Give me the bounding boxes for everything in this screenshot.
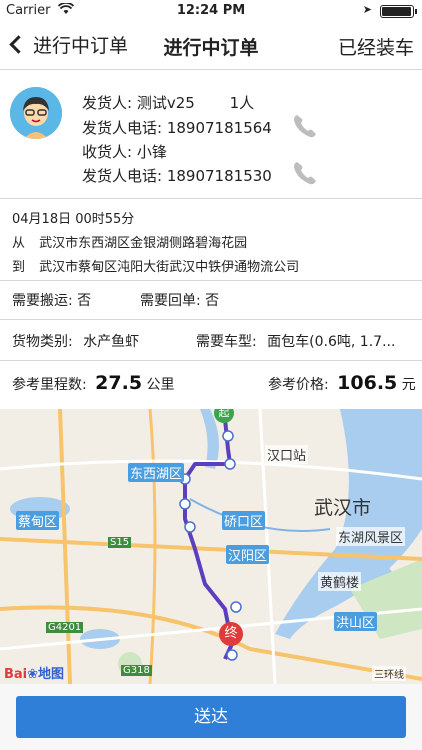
map-label-g4201: G4201 xyxy=(46,622,84,633)
paw-icon: ❀ xyxy=(27,667,39,682)
logo-left: Bai xyxy=(4,667,28,682)
loaded-button[interactable]: 已经装车 xyxy=(338,33,414,60)
avatar xyxy=(10,87,62,139)
from-label: 从 xyxy=(12,236,26,251)
route-map[interactable]: 起 终 汉口站 东西湖区 武汉市 蔡甸区 硚口区 东湖风景区 汉阳区 黄鹤楼 洪… xyxy=(0,409,422,684)
divider xyxy=(0,280,422,281)
price-value: 106.5 xyxy=(337,372,398,394)
to-row: 到 武汉市蔡甸区沌阳大街武汉中铁伊通物流公司 xyxy=(12,256,299,275)
receiver-phone[interactable]: 18907181530 xyxy=(167,167,272,185)
from-address: 武汉市东西湖区金银湖侧路碧海花园 xyxy=(39,236,248,251)
logo-right: 地图 xyxy=(38,667,65,682)
vehicle-value: 面包车(0.6吨, 1.7... xyxy=(267,334,396,350)
vehicle-row: 需要车型: 面包车(0.6吨, 1.7... xyxy=(196,331,395,351)
to-label: 到 xyxy=(12,260,26,275)
from-row: 从 武汉市东西湖区金银湖侧路碧海花园 xyxy=(12,232,247,251)
map-label-hongshan: 洪山区 xyxy=(334,612,378,631)
map-label-hankou-station: 汉口站 xyxy=(265,445,309,464)
battery-fill xyxy=(382,7,411,16)
sender-label: 发货人: xyxy=(82,94,133,112)
shipper-section: 发货人: 测试v25 1人 发货人电话: 18907181564 收货人: 小锋… xyxy=(0,71,422,199)
map-label-donghu: 东湖风景区 xyxy=(336,527,406,546)
receiver-name: 小锋 xyxy=(136,143,167,161)
sender-phone-label: 发货人电话: xyxy=(82,119,163,137)
price-label: 参考价格: xyxy=(268,377,329,393)
mileage-row: 参考里程数: 27.5 公里 xyxy=(12,372,175,394)
receiver-row: 收货人: 小锋 xyxy=(82,141,167,162)
receipt-value: 否 xyxy=(205,293,220,309)
mileage-label: 参考里程数: xyxy=(12,377,87,393)
receiver-phone-label: 发货人电话: xyxy=(82,167,163,185)
sender-phone-row: 发货人电话: 18907181564 xyxy=(82,117,272,138)
receipt-label: 需要回单: xyxy=(140,293,201,309)
call-receiver-icon[interactable] xyxy=(290,158,320,188)
map-label-s15: S15 xyxy=(108,537,132,548)
divider xyxy=(0,360,422,361)
to-address: 武汉市蔡甸区沌阳大街武汉中铁伊通物流公司 xyxy=(39,260,300,275)
receiver-phone-row: 发货人电话: 18907181530 xyxy=(82,165,272,186)
map-label-g318: G318 xyxy=(121,665,152,676)
cargo-type-label: 货物类别: xyxy=(12,334,73,350)
map-label-dongxihu: 东西湖区 xyxy=(128,463,185,482)
map-label-yellow-crane: 黄鹤楼 xyxy=(318,572,362,591)
carry-value: 否 xyxy=(77,293,92,309)
sender-phone[interactable]: 18907181564 xyxy=(167,119,272,137)
people-count: 1人 xyxy=(229,94,255,112)
divider xyxy=(0,319,422,320)
receipt-row: 需要回单: 否 xyxy=(140,290,219,310)
deliver-button[interactable]: 送达 xyxy=(16,696,406,738)
carry-row: 需要搬运: 否 xyxy=(12,290,91,310)
vehicle-label: 需要车型: xyxy=(196,334,257,350)
map-label-wuhan: 武汉市 xyxy=(314,497,372,519)
map-label-ring-road: 三环线 xyxy=(372,666,406,681)
carry-label: 需要搬运: xyxy=(12,293,73,309)
bottom-bar: 送达 xyxy=(0,684,422,750)
location-arrow-icon: ➤ xyxy=(362,3,372,16)
battery-icon xyxy=(380,5,417,18)
baidu-logo: Bai❀地图 xyxy=(4,663,64,682)
battery-nub xyxy=(415,9,417,14)
status-bar: Carrier 12:24 PM ➤ xyxy=(0,0,422,22)
mileage-value: 27.5 xyxy=(95,372,143,394)
cargo-type-row: 货物类别: 水产鱼虾 xyxy=(12,331,139,351)
price-row: 参考价格: 106.5 元 xyxy=(268,372,416,394)
price-unit: 元 xyxy=(401,377,416,393)
map-label-caidian: 蔡甸区 xyxy=(16,511,60,530)
nav-bar: 进行中订单 进行中订单 已经装车 xyxy=(0,22,422,70)
order-datetime: 04月18日 00时55分 xyxy=(12,212,135,227)
map-label-qiaokou: 硚口区 xyxy=(222,511,266,530)
map-label-hanyang: 汉阳区 xyxy=(226,545,270,564)
mileage-unit: 公里 xyxy=(146,377,175,393)
end-marker: 终 xyxy=(219,622,243,646)
status-time: 12:24 PM xyxy=(176,3,246,18)
sender-row: 发货人: 测试v25 1人 xyxy=(82,92,254,113)
call-sender-icon[interactable] xyxy=(290,111,320,141)
receiver-label: 收货人: xyxy=(82,143,133,161)
cargo-type-value: 水产鱼虾 xyxy=(83,334,140,350)
sender-name: 测试v25 xyxy=(136,94,195,112)
map-canvas xyxy=(0,409,422,684)
